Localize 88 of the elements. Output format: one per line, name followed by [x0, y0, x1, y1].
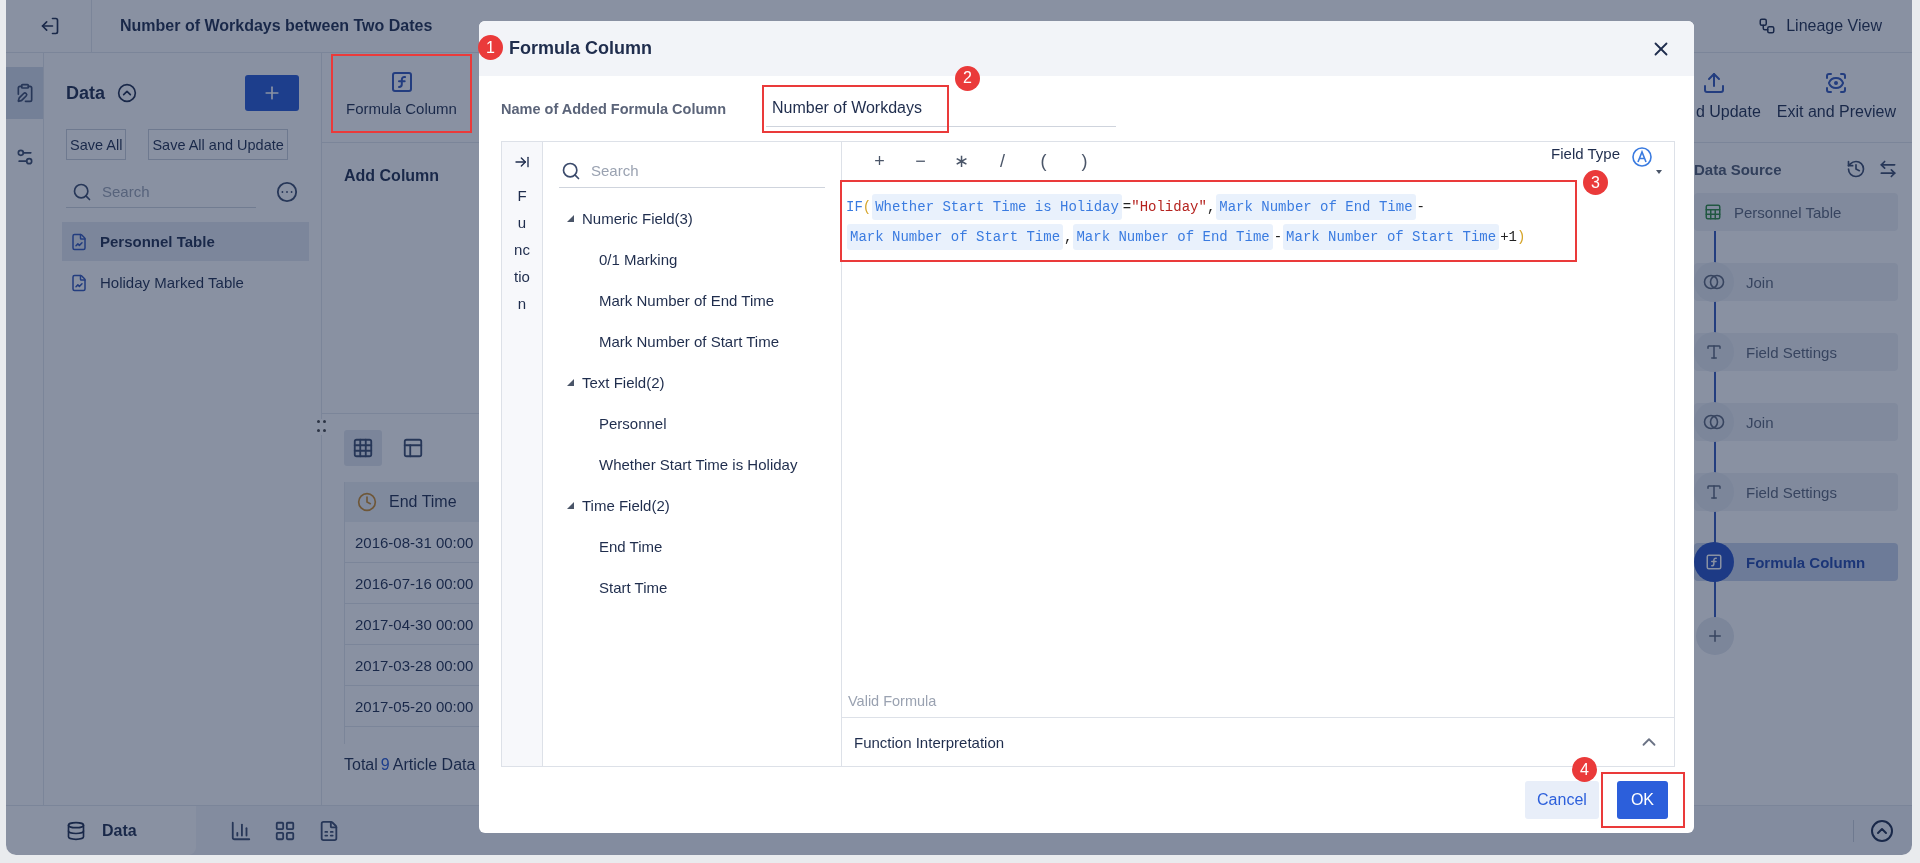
type-dropdown-icon[interactable] [1630, 146, 1664, 176]
grid-view-icon [352, 437, 374, 459]
expand-panel-icon[interactable] [514, 154, 530, 170]
text-settings-icon [1705, 483, 1723, 501]
field-item[interactable]: 0/1 Marking [559, 239, 825, 280]
node-label: Join [1746, 273, 1774, 291]
table-item[interactable]: Holiday Marked Table [62, 263, 309, 302]
cancel-button[interactable]: Cancel [1525, 781, 1599, 819]
name-input[interactable]: Number of Workdays [766, 90, 1116, 127]
search-icon [72, 181, 92, 202]
node-label: Join [1746, 413, 1774, 431]
report-add-button[interactable] [318, 819, 340, 842]
bar-chart-icon [230, 819, 252, 842]
eye-icon [1824, 71, 1849, 95]
save-button[interactable]: Save All and Update [148, 129, 288, 160]
search-icon [561, 160, 581, 181]
column-title: End Time [389, 493, 457, 511]
function-icon [1705, 553, 1723, 571]
operator-button[interactable]: ∗ [941, 149, 982, 173]
flow-icon [1758, 17, 1777, 35]
clock-icon [357, 492, 377, 512]
history-icon[interactable] [1846, 159, 1866, 179]
rail-tab[interactable] [6, 67, 43, 119]
dashboard-add-button[interactable] [274, 819, 296, 842]
search-input[interactable]: Search [589, 161, 729, 180]
table-name: Holiday Marked Table [100, 274, 244, 291]
chart-add-button[interactable] [230, 819, 252, 842]
function-tab[interactable]: Function [514, 182, 530, 317]
data-tab[interactable]: Data [6, 806, 196, 855]
operator-button[interactable]: + [859, 149, 900, 173]
section-label: Add Column [344, 167, 440, 185]
table-item[interactable]: Personnel Table [62, 222, 309, 261]
node-label: Field Settings [1746, 483, 1837, 501]
ok-button[interactable]: OK [1616, 781, 1668, 819]
add-node-button[interactable] [1696, 617, 1734, 655]
node-label: Formula Column [1746, 553, 1866, 571]
lineage-view-button[interactable]: Lineage View [1754, 13, 1886, 39]
page-title: Number of Workdays between Two Dates [120, 17, 433, 35]
save-button[interactable]: Save All [66, 129, 127, 160]
overlapping-circles-icon [1703, 274, 1725, 290]
text-settings-icon [1705, 343, 1723, 361]
formula-editor[interactable]: IF( Whether Start Time is Holiday ="Holiday", Mark Number of End Time - Mark Number of Start Time , Mark Number of End Time - Mark Number of Start Time +1) [840, 180, 1577, 262]
field-item[interactable]: Mark Number of End Time [559, 280, 825, 321]
field-item[interactable]: Personnel [559, 403, 825, 444]
exit-icon[interactable] [40, 16, 60, 36]
field-group[interactable]: Numeric Field(3) [559, 198, 699, 239]
panel-title: Data [66, 82, 105, 104]
group-label: Text Field(2) [582, 374, 665, 391]
operator-button[interactable]: / [982, 149, 1023, 173]
view-toggle[interactable] [344, 430, 382, 466]
operator-button[interactable]: ( [1023, 149, 1064, 173]
node-label: Field Settings [1746, 343, 1837, 361]
field-group[interactable]: Text Field(2) [559, 362, 671, 403]
group-label: Time Field(2) [582, 497, 670, 514]
upload-icon [1701, 71, 1726, 95]
dialog-title: Formula Column [509, 38, 652, 59]
total-suffix: Article Data [392, 756, 476, 774]
swap-icon[interactable] [1878, 159, 1898, 179]
layout-view-icon [402, 437, 424, 459]
field-item[interactable]: Whether Start Time is Holiday [559, 444, 825, 485]
operator-button[interactable]: − [900, 149, 941, 173]
field-item[interactable]: Mark Number of Start Time [559, 321, 825, 362]
node-label: Personnel Table [1734, 203, 1842, 221]
operator-button[interactable]: ) [1064, 149, 1105, 173]
panel-title: Data Source [1694, 160, 1782, 178]
step-badge: 3 [1583, 170, 1608, 195]
chart-file-icon [70, 232, 88, 251]
expand-icon[interactable] [1870, 818, 1894, 843]
overlapping-circles-icon [1703, 414, 1725, 430]
field-label: Name of Added Formula Column [501, 100, 728, 117]
row-count: 9 [380, 756, 390, 774]
formula-status: Valid Formula [847, 693, 938, 711]
group-label: Numeric Field(3) [582, 210, 693, 227]
spreadsheet-icon [318, 819, 340, 842]
add-button[interactable] [245, 75, 299, 111]
collapse-icon[interactable] [117, 83, 137, 103]
total-label: Total [344, 756, 378, 774]
chart-file-icon [70, 273, 88, 292]
grid-icon [274, 819, 296, 842]
database-icon [66, 820, 86, 841]
spreadsheet-icon [1704, 203, 1722, 221]
field-type-label: Field Type [1551, 145, 1620, 162]
function-icon [389, 70, 414, 94]
table-name: Personnel Table [100, 233, 215, 250]
more-icon[interactable] [276, 181, 298, 203]
plus-icon [1706, 627, 1724, 645]
preview-button[interactable]: Exit and Preview [1768, 53, 1904, 139]
update-button[interactable]: d Update [1693, 53, 1763, 139]
